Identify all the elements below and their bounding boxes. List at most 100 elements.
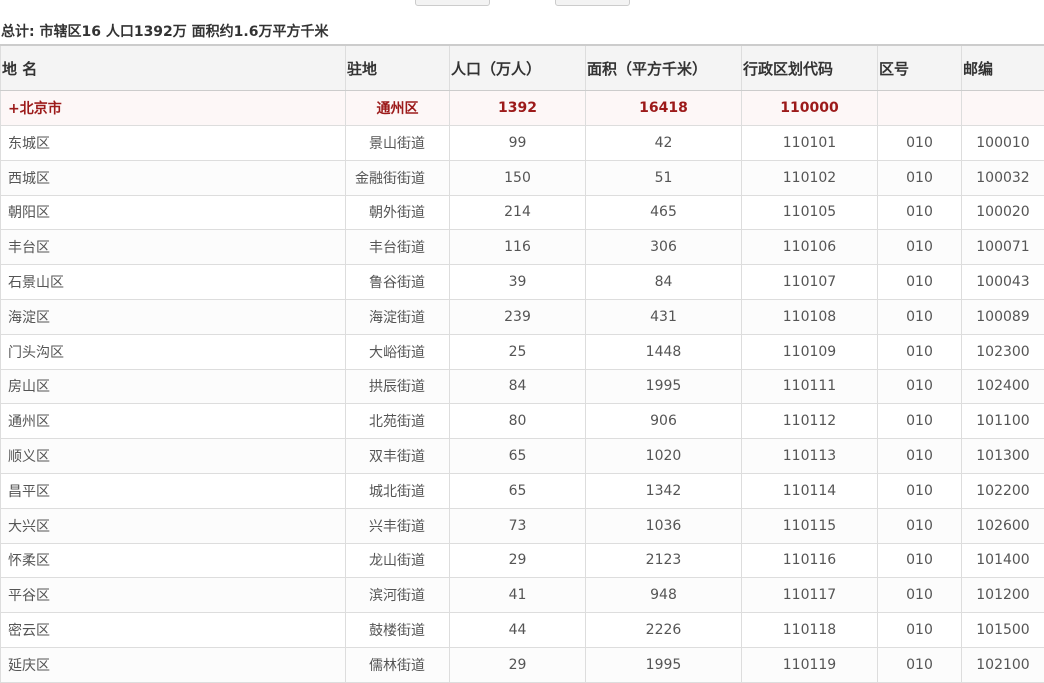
district-area-code: 010: [878, 508, 962, 543]
district-seat: 大峪街道: [346, 334, 450, 369]
district-name[interactable]: 通州区: [1, 404, 346, 439]
district-name[interactable]: 西城区: [1, 160, 346, 195]
district-area-code: 010: [878, 369, 962, 404]
district-code: 110108: [742, 299, 878, 334]
district-seat: 龙山街道: [346, 543, 450, 578]
district-name[interactable]: 海淀区: [1, 299, 346, 334]
city-area: 16418: [586, 91, 742, 126]
district-name[interactable]: 昌平区: [1, 473, 346, 508]
district-postcode: 102300: [962, 334, 1044, 369]
district-area: 1995: [586, 369, 742, 404]
district-area: 1342: [586, 473, 742, 508]
district-name[interactable]: 怀柔区: [1, 543, 346, 578]
district-postcode: 100032: [962, 160, 1044, 195]
top-button-right[interactable]: [555, 0, 630, 6]
district-seat: 丰台街道: [346, 230, 450, 265]
district-seat: 城北街道: [346, 473, 450, 508]
district-population: 214: [450, 195, 586, 230]
district-postcode: 101500: [962, 613, 1044, 648]
city-row: +北京市 通州区 1392 16418 110000: [1, 91, 1044, 126]
header-area: 面积（平方千米）: [586, 45, 742, 91]
district-name[interactable]: 延庆区: [1, 647, 346, 682]
header-postcode: 邮编: [962, 45, 1044, 91]
district-area: 1995: [586, 647, 742, 682]
district-area-code: 010: [878, 404, 962, 439]
district-name[interactable]: 东城区: [1, 126, 346, 161]
district-area: 42: [586, 126, 742, 161]
district-seat: 朝外街道: [346, 195, 450, 230]
district-name[interactable]: 朝阳区: [1, 195, 346, 230]
district-name[interactable]: 大兴区: [1, 508, 346, 543]
district-population: 41: [450, 578, 586, 613]
district-population: 80: [450, 404, 586, 439]
district-postcode: 101200: [962, 578, 1044, 613]
district-population: 29: [450, 647, 586, 682]
table-row: 昌平区城北街道651342110114010102200: [1, 473, 1044, 508]
district-postcode: 100043: [962, 265, 1044, 300]
district-name[interactable]: 石景山区: [1, 265, 346, 300]
district-population: 39: [450, 265, 586, 300]
district-seat: 北苑街道: [346, 404, 450, 439]
district-name[interactable]: 密云区: [1, 613, 346, 648]
district-seat: 儒林街道: [346, 647, 450, 682]
district-area: 2123: [586, 543, 742, 578]
district-postcode: 100020: [962, 195, 1044, 230]
city-population: 1392: [450, 91, 586, 126]
district-code: 110102: [742, 160, 878, 195]
table-row: 房山区拱辰街道841995110111010102400: [1, 369, 1044, 404]
district-name[interactable]: 顺义区: [1, 439, 346, 474]
district-postcode: 102200: [962, 473, 1044, 508]
district-area-code: 010: [878, 578, 962, 613]
district-population: 65: [450, 473, 586, 508]
header-name: 地 名: [1, 45, 346, 91]
district-name[interactable]: 房山区: [1, 369, 346, 404]
district-seat: 滨河街道: [346, 578, 450, 613]
top-button-left[interactable]: [415, 0, 490, 6]
district-area-code: 010: [878, 126, 962, 161]
district-code: 110107: [742, 265, 878, 300]
district-area-code: 010: [878, 543, 962, 578]
district-population: 84: [450, 369, 586, 404]
header-code: 行政区划代码: [742, 45, 878, 91]
district-name[interactable]: 平谷区: [1, 578, 346, 613]
district-postcode: 102600: [962, 508, 1044, 543]
district-postcode: 100010: [962, 126, 1044, 161]
district-area: 2226: [586, 613, 742, 648]
district-code: 110105: [742, 195, 878, 230]
district-area: 1036: [586, 508, 742, 543]
district-code: 110113: [742, 439, 878, 474]
table-row: 顺义区双丰街道651020110113010101300: [1, 439, 1044, 474]
district-population: 65: [450, 439, 586, 474]
district-seat: 鲁谷街道: [346, 265, 450, 300]
district-area-code: 010: [878, 647, 962, 682]
city-seat[interactable]: 通州区: [346, 91, 450, 126]
district-postcode: 102100: [962, 647, 1044, 682]
district-code: 110119: [742, 647, 878, 682]
district-area-code: 010: [878, 160, 962, 195]
district-population: 29: [450, 543, 586, 578]
district-seat: 兴丰街道: [346, 508, 450, 543]
city-code: 110000: [742, 91, 878, 126]
district-seat: 海淀街道: [346, 299, 450, 334]
table-row: 石景山区鲁谷街道3984110107010100043: [1, 265, 1044, 300]
table-row: 大兴区兴丰街道731036110115010102600: [1, 508, 1044, 543]
district-seat: 景山街道: [346, 126, 450, 161]
table-row: 朝阳区朝外街道214465110105010100020: [1, 195, 1044, 230]
district-population: 150: [450, 160, 586, 195]
table-row: 延庆区儒林街道291995110119010102100: [1, 647, 1044, 682]
table-row: 门头沟区大峪街道251448110109010102300: [1, 334, 1044, 369]
table-row: 丰台区丰台街道116306110106010100071: [1, 230, 1044, 265]
district-name[interactable]: 丰台区: [1, 230, 346, 265]
table-row: 东城区景山街道9942110101010100010: [1, 126, 1044, 161]
district-seat: 鼓楼街道: [346, 613, 450, 648]
district-area-code: 010: [878, 230, 962, 265]
district-code: 110101: [742, 126, 878, 161]
district-postcode: 101300: [962, 439, 1044, 474]
district-area: 51: [586, 160, 742, 195]
city-name-link[interactable]: +北京市: [1, 91, 346, 126]
district-postcode: 101100: [962, 404, 1044, 439]
district-postcode: 100071: [962, 230, 1044, 265]
district-area: 1020: [586, 439, 742, 474]
district-name[interactable]: 门头沟区: [1, 334, 346, 369]
district-population: 73: [450, 508, 586, 543]
